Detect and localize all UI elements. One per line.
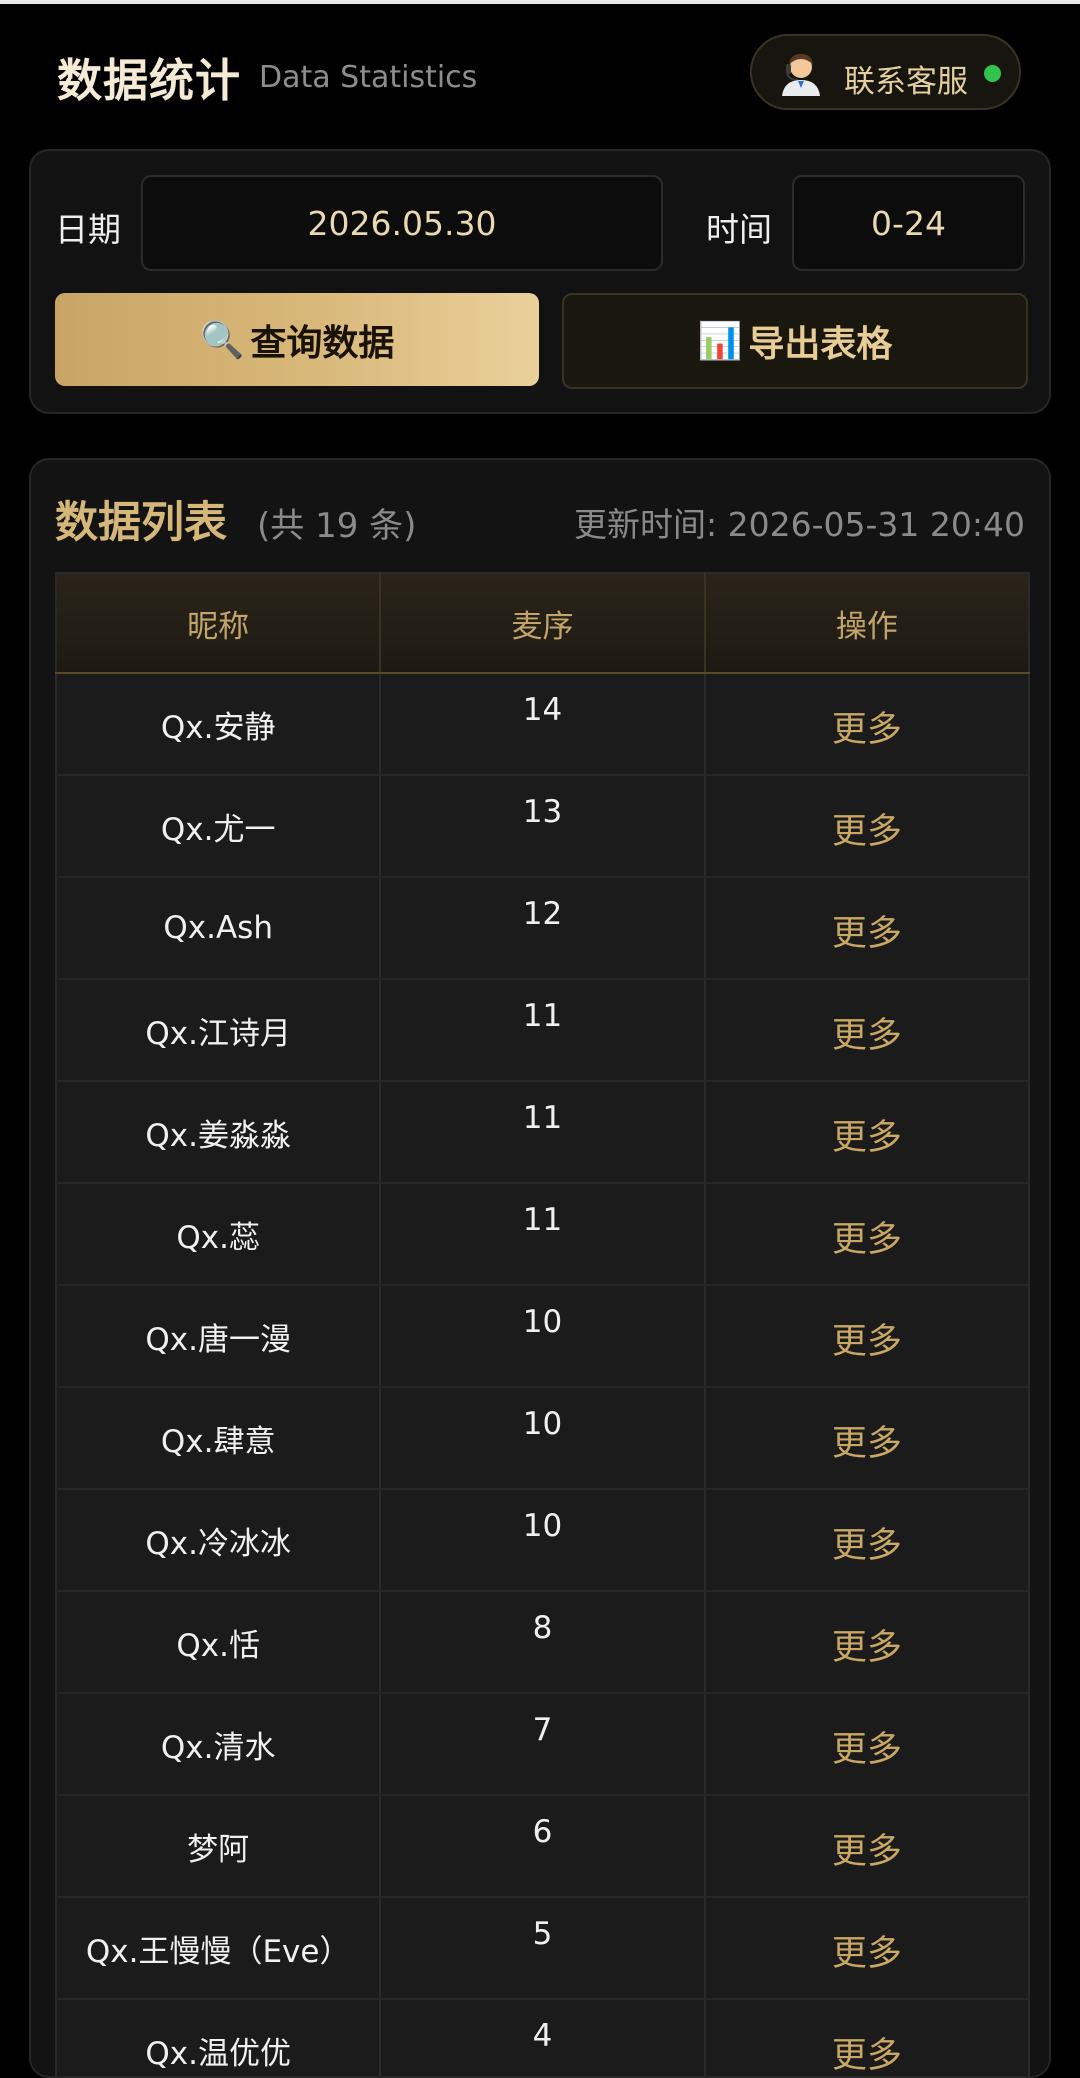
table-row: Qx.Ash 12 更多 (56, 877, 1029, 980)
more-link[interactable]: 更多 (704, 979, 1029, 1082)
more-link[interactable]: 更多 (704, 1285, 1029, 1388)
mic-order-cell: 5 (380, 1897, 706, 2000)
table-header-row: 昵称 麦序 操作 (56, 573, 1029, 674)
mic-order-cell: 10 (380, 1387, 706, 1490)
more-link[interactable]: 更多 (704, 1081, 1029, 1184)
table-row: 梦阿 6 更多 (56, 1795, 1029, 1898)
column-header-mic-order: 麦序 (380, 573, 706, 674)
more-link[interactable]: 更多 (704, 877, 1029, 980)
more-link[interactable]: 更多 (704, 1999, 1029, 2076)
column-header-nickname: 昵称 (56, 573, 382, 674)
more-link[interactable]: 更多 (704, 1591, 1029, 1694)
mic-order-cell: 11 (380, 979, 706, 1082)
nickname-cell: Qx.Ash (56, 877, 382, 980)
table-row: Qx.蕊 11 更多 (56, 1183, 1029, 1286)
mic-order-cell: 10 (380, 1285, 706, 1388)
mic-order-cell: 10 (380, 1489, 706, 1592)
date-picker-field[interactable]: 2026.05.30 (141, 175, 663, 271)
mic-order-cell: 6 (380, 1795, 706, 1898)
export-table-label: 导出表格 (748, 324, 893, 365)
mic-order-cell: 14 (380, 673, 706, 776)
more-link[interactable]: 更多 (704, 1693, 1029, 1796)
more-link[interactable]: 更多 (704, 1795, 1029, 1898)
mic-order-cell: 13 (380, 775, 706, 878)
table-row: Qx.唐一漫 10 更多 (56, 1285, 1029, 1388)
mic-order-cell: 4 (380, 1999, 706, 2076)
nickname-cell: 梦阿 (56, 1795, 382, 1898)
more-link[interactable]: 更多 (704, 1387, 1029, 1490)
export-table-button[interactable]: 📊 导出表格 (562, 293, 1028, 389)
more-link[interactable]: 更多 (704, 1897, 1029, 2000)
more-link[interactable]: 更多 (704, 1489, 1029, 1592)
time-label: 时间 (706, 210, 772, 249)
nickname-cell: Qx.唐一漫 (56, 1285, 382, 1388)
page-header: 数据统计 Data Statistics 联系客服 (0, 4, 1080, 140)
online-status-dot (984, 65, 1001, 82)
table-row: Qx.清水 7 更多 (56, 1693, 1029, 1796)
update-time: 更新时间: 2026-05-31 20:40 (574, 505, 1025, 544)
table-row: Qx.姜淼淼 11 更多 (56, 1081, 1029, 1184)
contact-support-label: 联系客服 (844, 64, 968, 100)
data-table: 昵称 麦序 操作 Qx.安静 14 更多 Qx.尤一 13 更多 Qx.Ash … (55, 572, 1030, 2076)
more-link[interactable]: 更多 (704, 673, 1029, 776)
list-count: (共 19 条) (257, 506, 417, 546)
bar-chart-icon: 📊 (697, 321, 743, 362)
customer-service-agent-icon (782, 54, 820, 96)
data-list-panel: 数据列表 (共 19 条) 更新时间: 2026-05-31 20:40 昵称 … (29, 458, 1051, 2078)
table-row: Qx.尤一 13 更多 (56, 775, 1029, 878)
table-row: Qx.安静 14 更多 (56, 673, 1029, 776)
nickname-cell: Qx.尤一 (56, 775, 382, 878)
query-panel: 日期 2026.05.30 时间 0-24 🔍 查询数据 📊 导出表格 (29, 149, 1051, 414)
table-row: Qx.肆意 10 更多 (56, 1387, 1029, 1490)
mic-order-cell: 8 (380, 1591, 706, 1694)
table-row: Qx.温优优 4 更多 (56, 1999, 1029, 2076)
nickname-cell: Qx.蕊 (56, 1183, 382, 1286)
nickname-cell: Qx.冷冰冰 (56, 1489, 382, 1592)
more-link[interactable]: 更多 (704, 1183, 1029, 1286)
mic-order-cell: 11 (380, 1081, 706, 1184)
column-header-action: 操作 (704, 573, 1029, 674)
mic-order-cell: 12 (380, 877, 706, 980)
table-row: Qx.冷冰冰 10 更多 (56, 1489, 1029, 1592)
query-data-label: 查询数据 (250, 322, 395, 364)
nickname-cell: Qx.温优优 (56, 1999, 382, 2076)
table-row: Qx.王慢慢（Eve） 5 更多 (56, 1897, 1029, 2000)
more-link[interactable]: 更多 (704, 775, 1029, 878)
page-subtitle: Data Statistics (259, 60, 478, 95)
nickname-cell: Qx.清水 (56, 1693, 382, 1796)
magnifier-icon: 🔍 (199, 319, 245, 361)
nickname-cell: Qx.江诗月 (56, 979, 382, 1082)
nickname-cell: Qx.王慢慢（Eve） (56, 1897, 382, 2000)
nickname-cell: Qx.安静 (56, 673, 382, 776)
query-data-button[interactable]: 🔍 查询数据 (55, 293, 539, 386)
nickname-cell: Qx.肆意 (56, 1387, 382, 1490)
table-row: Qx.江诗月 11 更多 (56, 979, 1029, 1082)
mic-order-cell: 11 (380, 1183, 706, 1286)
date-label: 日期 (55, 210, 121, 249)
time-range-field[interactable]: 0-24 (792, 175, 1025, 271)
table-row: Qx.恬 8 更多 (56, 1591, 1029, 1694)
mic-order-cell: 7 (380, 1693, 706, 1796)
nickname-cell: Qx.恬 (56, 1591, 382, 1694)
list-title: 数据列表 (55, 498, 227, 548)
nickname-cell: Qx.姜淼淼 (56, 1081, 382, 1184)
contact-support-button[interactable]: 联系客服 (750, 34, 1021, 110)
page-title: 数据统计 (57, 54, 242, 107)
